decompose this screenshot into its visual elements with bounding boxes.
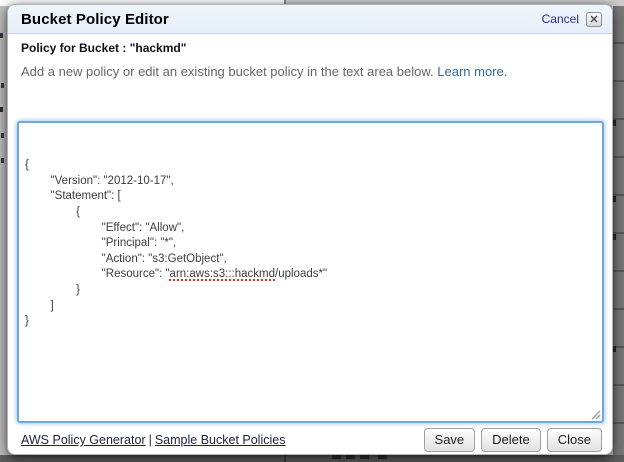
close-button[interactable]: Close <box>547 428 602 452</box>
background-right-strip <box>613 6 624 455</box>
policy-line: } <box>25 314 596 330</box>
dialog-header: Bucket Policy Editor Cancel <box>8 5 612 34</box>
sample-bucket-policies-link[interactable]: Sample Bucket Policies <box>155 433 286 447</box>
dialog-description: Add a new policy or edit an existing buc… <box>21 64 600 79</box>
footer-links: AWS Policy Generator|Sample Bucket Polic… <box>21 433 285 447</box>
dialog-body: Policy for Bucket : "hackmd" Add a new p… <box>8 34 612 423</box>
cancel-link[interactable]: Cancel <box>542 12 579 26</box>
policy-line: "Principal": "*", <box>25 236 596 252</box>
resize-handle-icon[interactable] <box>590 409 601 420</box>
policy-line: ] <box>25 299 596 315</box>
policy-json-text: { "Version": "2012-10-17", "Statement": … <box>25 158 596 330</box>
background-right-glyph-fragments <box>613 120 616 126</box>
background-bottom-glyph-fragments <box>332 455 341 459</box>
dialog-footer: AWS Policy Generator|Sample Bucket Polic… <box>8 423 612 452</box>
background-bottom-divider <box>284 455 286 462</box>
description-text: Add a new policy or edit an existing buc… <box>21 64 434 79</box>
policy-line: { <box>25 158 596 174</box>
delete-button[interactable]: Delete <box>481 428 541 452</box>
background-bottom-strip <box>0 455 624 462</box>
close-icon[interactable] <box>586 12 602 27</box>
policy-bucket-subtitle: Policy for Bucket : "hackmd" <box>21 41 600 55</box>
link-separator: | <box>149 433 152 447</box>
header-actions: Cancel <box>542 12 602 27</box>
policy-textarea[interactable]: { "Version": "2012-10-17", "Statement": … <box>17 121 604 423</box>
background-left-glyph-fragments <box>0 33 3 38</box>
save-button[interactable]: Save <box>424 428 476 452</box>
policy-line: { <box>25 205 596 221</box>
policy-line: "Action": "s3:GetObject", <box>25 252 596 268</box>
policy-line: "Version": "2012-10-17", <box>25 174 596 190</box>
policy-line: "Effect": "Allow", <box>25 221 596 237</box>
bucket-policy-editor-dialog: Bucket Policy Editor Cancel Policy for B… <box>7 4 613 455</box>
misspelled-arn-text: arn:aws:s3:::hackmd <box>170 268 275 280</box>
x-icon <box>590 15 598 23</box>
policy-line: "Resource": "arn:aws:s3:::hackmd/uploads… <box>25 267 596 283</box>
aws-policy-generator-link[interactable]: AWS Policy Generator <box>21 433 146 447</box>
footer-buttons: Save Delete Close <box>424 428 602 452</box>
policy-line: "Statement": [ <box>25 189 596 205</box>
policy-line: } <box>25 283 596 299</box>
learn-more-link[interactable]: Learn more. <box>437 64 507 79</box>
dialog-title: Bucket Policy Editor <box>21 11 169 28</box>
